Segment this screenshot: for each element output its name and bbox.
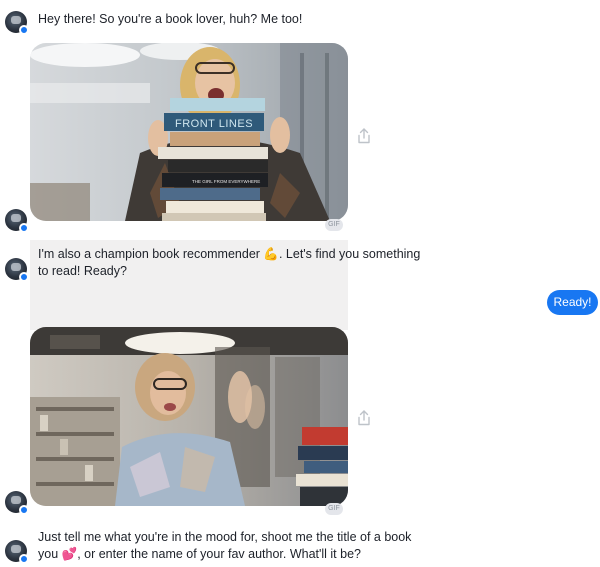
message-text-line-2: you 💕, or enter the name of your fav aut…	[38, 547, 361, 561]
gif-badge: GIF	[325, 503, 343, 515]
gif-badge: GIF	[325, 219, 343, 231]
message-text-line-2: to read! Ready?	[38, 264, 127, 278]
avatar-face	[11, 496, 21, 504]
avatar-face	[11, 214, 21, 222]
share-icon[interactable]	[357, 410, 371, 426]
book-title-front-lines: FRONT LINES	[175, 118, 253, 130]
bot-avatar-icon	[5, 11, 29, 35]
gif-image-1: FRONT LINES THE GIRL FROM EVERYWHERE	[30, 43, 348, 221]
messenger-badge-icon	[19, 554, 29, 564]
book-title-girl-from-everywhere: THE GIRL FROM EVERYWHERE	[192, 179, 260, 184]
messenger-badge-icon	[19, 505, 29, 515]
gif-reading-books[interactable]: FRONT LINES THE GIRL FROM EVERYWHERE	[30, 43, 348, 221]
message-text: Hey there! So you're a book lover, huh? …	[38, 12, 303, 26]
avatar-face	[11, 263, 21, 271]
gif-excited-reader[interactable]	[30, 327, 348, 506]
quick-reply-ready-button[interactable]: Ready!	[547, 290, 598, 315]
avatar-face	[11, 545, 21, 553]
messenger-badge-icon	[19, 272, 29, 282]
message-text-line-1: I'm also a champion book recommender 💪. …	[38, 247, 421, 261]
messenger-badge-icon	[19, 25, 29, 35]
bot-avatar-icon	[5, 491, 29, 515]
message-text-line-1: Just tell me what you're in the mood for…	[38, 530, 412, 544]
gif-image-2	[30, 327, 348, 506]
bot-avatar-icon	[5, 258, 29, 282]
bot-avatar-icon	[5, 540, 29, 564]
avatar-face	[11, 16, 21, 24]
messenger-badge-icon	[19, 223, 29, 233]
share-icon[interactable]	[357, 128, 371, 144]
bot-avatar-icon	[5, 209, 29, 233]
